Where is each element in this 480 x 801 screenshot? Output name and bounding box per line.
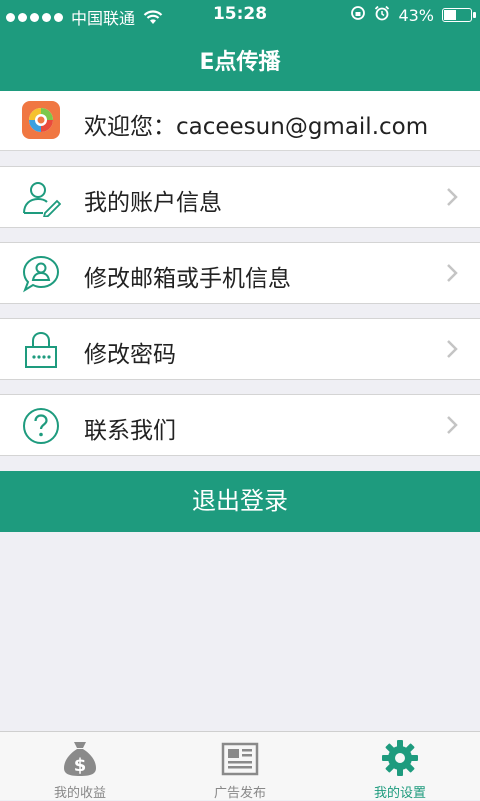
battery-percent: 43%	[398, 5, 434, 25]
menu-item-label: 我的账户信息	[84, 190, 222, 216]
chevron-right-icon	[446, 263, 458, 283]
alarm-icon	[374, 5, 390, 25]
tab-label: 我的收益	[53, 786, 106, 801]
welcome-email-text: 欢迎您：caceesun@gmail.com	[84, 114, 429, 140]
status-bar: 中国联通 15:28 43%	[0, 0, 480, 30]
menu-item-label: 修改密码	[84, 342, 176, 368]
logout-button[interactable]: 退出登录	[0, 471, 480, 532]
chevron-right-icon	[446, 415, 458, 435]
menu-item-label: 修改邮箱或手机信息	[84, 266, 291, 292]
welcome-row: 欢迎您：caceesun@gmail.com	[0, 91, 480, 151]
chevron-right-icon	[446, 187, 458, 207]
rotation-lock-icon	[350, 5, 366, 25]
chat-user-icon	[21, 255, 61, 293]
tab-label: 我的设置	[373, 786, 426, 801]
menu-item-account-info[interactable]: 我的账户信息	[0, 166, 480, 228]
menu-item-label: 联系我们	[84, 418, 176, 444]
tab-label: 广告发布	[213, 786, 266, 801]
menu-item-change-password[interactable]: 修改密码	[0, 318, 480, 380]
tab-my-settings[interactable]: 我的设置	[320, 732, 480, 801]
navigation-header: 中国联通 15:28 43% E点传播	[0, 0, 480, 91]
money-bag-icon: $	[60, 738, 100, 778]
user-edit-icon	[21, 179, 62, 219]
gear-icon	[380, 738, 420, 778]
app-logo-icon	[22, 101, 60, 139]
menu-item-change-contact[interactable]: 修改邮箱或手机信息	[0, 242, 480, 304]
menu-item-contact-us[interactable]: 联系我们	[0, 394, 480, 456]
battery-icon	[442, 8, 476, 22]
newspaper-icon	[220, 738, 260, 778]
chevron-right-icon	[446, 339, 458, 359]
tab-bar: $ 我的收益 广告发布 我的设置	[0, 731, 480, 801]
question-icon	[21, 407, 61, 445]
page-title: E点传播	[199, 50, 281, 75]
svg-text:$: $	[74, 755, 87, 776]
lock-icon	[21, 331, 61, 369]
tab-publish-ads[interactable]: 广告发布	[160, 732, 320, 801]
tab-my-earnings[interactable]: $ 我的收益	[0, 732, 160, 801]
